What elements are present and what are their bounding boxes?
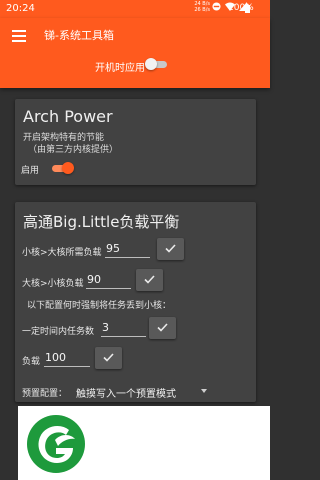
splash-overlay [18,406,270,480]
load-input[interactable]: 100 [44,351,90,367]
menu-icon[interactable] [12,30,26,42]
check-icon [165,244,176,253]
status-bar: 20:24 24 B/s 26 B/s 100% [0,0,270,18]
arch-power-sub-description: （由第三方内核提供） [28,145,119,155]
arch-power-card: Arch Power 开启架构特有的节能 （由第三方内核提供） 启用 [15,99,256,185]
check-icon [157,323,168,332]
network-speed: 24 B/s 26 B/s [186,1,210,13]
big-to-little-confirm-button[interactable] [136,269,163,291]
app-logo-icon [27,415,85,473]
battery-percent: 100% [228,3,254,13]
task-count-confirm-button[interactable] [149,317,176,339]
arch-power-enable-toggle[interactable] [50,162,74,174]
app-title: 锑-系统工具箱 [44,29,114,42]
big-to-little-input[interactable]: 90 [86,273,131,289]
little-to-big-confirm-button[interactable] [157,238,184,260]
arch-power-enable-label: 启用 [21,166,40,176]
task-count-label: 一定时间内任务数 [22,327,95,337]
big-little-card: 高通Big.Little负载平衡 小核>大核所需负载 95 大核>小核负载 90… [15,202,256,402]
check-icon [103,353,114,362]
arch-power-title: Arch Power [23,107,113,126]
task-count-input[interactable]: 3 [101,321,146,337]
network-speed-down: 26 B/s [194,7,210,13]
apply-on-boot-label: 开机时应用 [95,63,145,74]
preset-select[interactable]: 触摸写入一个预置模式 [76,385,176,400]
big-little-title: 高通Big.Little负载平衡 [23,213,180,231]
dropdown-arrow-icon[interactable] [201,389,207,393]
load-confirm-button[interactable] [95,347,122,369]
dnd-icon [212,2,221,11]
app-bar: 锑-系统工具箱 开机时应用 [0,18,270,88]
apply-on-boot-toggle[interactable] [145,58,169,70]
status-time: 20:24 [6,3,35,14]
load-label: 负载 [22,357,41,367]
check-icon [144,275,155,284]
little-to-big-label: 小核>大核所需负载 [22,248,102,258]
little-to-big-input[interactable]: 95 [105,242,150,258]
preset-label: 预置配置： [22,389,68,399]
force-task-note: 以下配置何时强制将任务丢到小核： [27,301,172,311]
big-to-little-label: 大核>小核负载 [22,279,84,289]
